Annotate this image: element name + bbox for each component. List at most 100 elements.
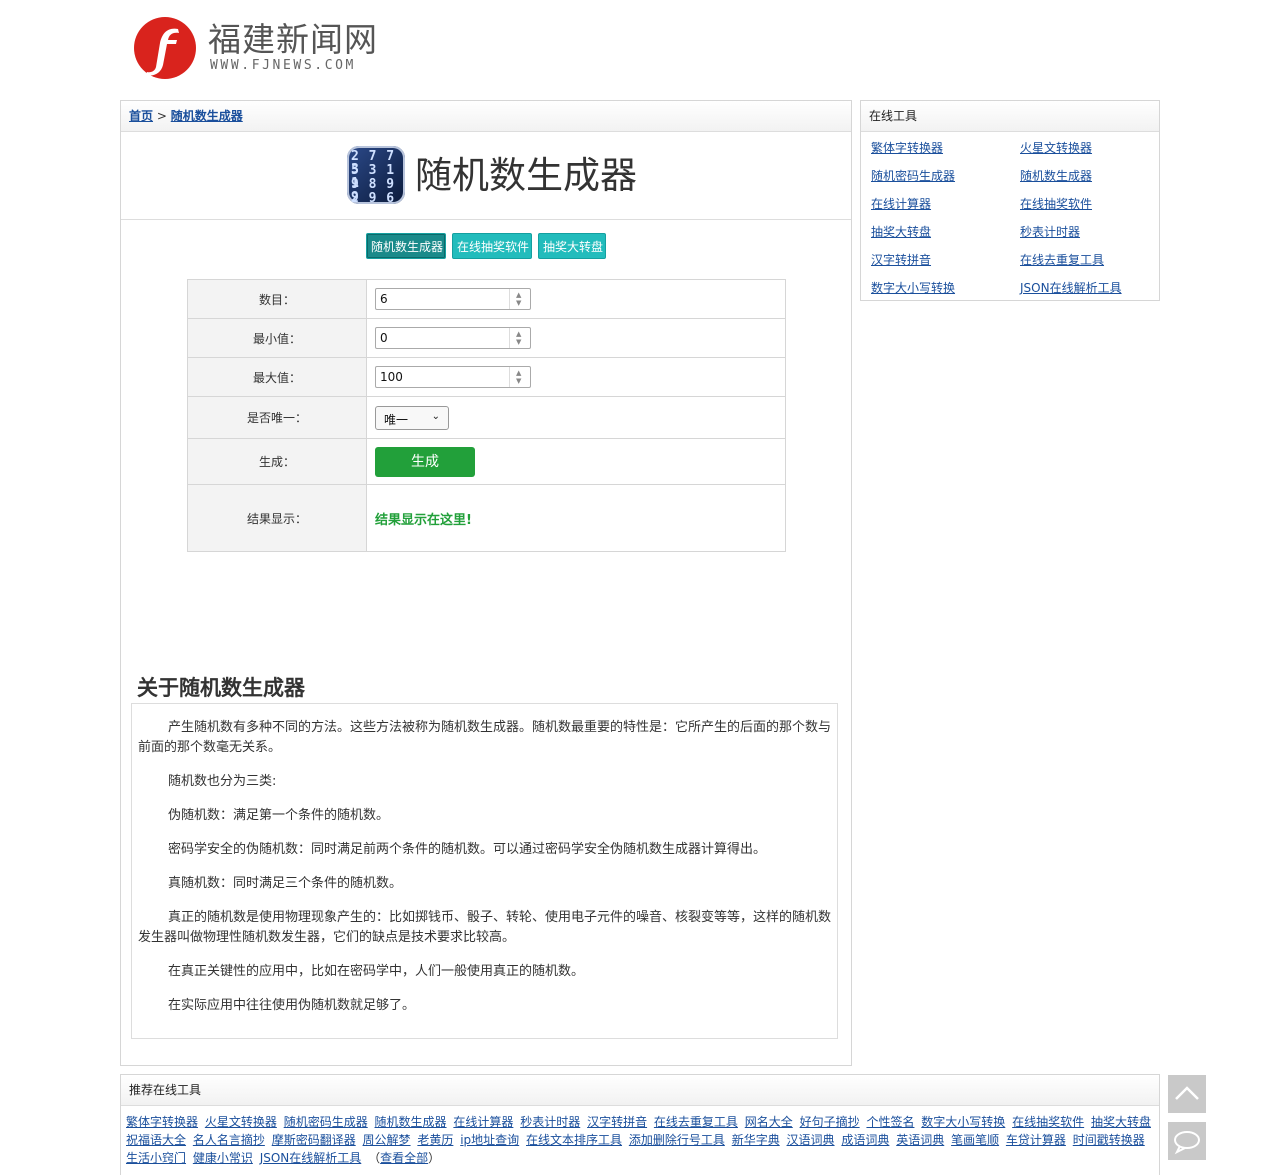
recommend-link[interactable]: 笔画笔顺 [951,1133,999,1147]
recommend-link[interactable]: 老黄历 [417,1133,453,1147]
tab-lottery-wheel[interactable]: 抽奖大转盘 [538,233,606,259]
min-input[interactable]: 0 ▲ ▼ [375,327,531,349]
count-spinner[interactable]: ▲ ▼ [509,289,530,309]
about-paragraph: 在实际应用中往往使用伪随机数就足够了。 [168,998,416,1013]
recommend-link[interactable]: 时间戳转换器 [1073,1133,1145,1147]
generate-button[interactable]: 生成 [375,446,475,477]
sidebar-link[interactable]: 随机数生成器 [1020,167,1092,184]
generator-form: 数目： 6 ▲ ▼ 最小值： 0 ▲ ▼ 最大值： 100 ▲ ▼ 是否唯一： … [187,279,786,552]
recommend-link[interactable]: 个性签名 [866,1115,914,1129]
site-logo[interactable]: 福建新闻网 WWW.FJNEWS.COM [134,14,377,82]
form-row-count: 数目： 6 ▲ ▼ [187,279,786,319]
about-paragraph: 伪随机数：满足第一个条件的随机数。 [168,808,390,823]
tab-random-number[interactable]: 随机数生成器 [366,233,446,259]
recommend-link[interactable]: 周公解梦 [363,1133,411,1147]
sidebar-link[interactable]: 数字大小写转换 [871,279,955,296]
max-spinner[interactable]: ▲ ▼ [509,367,530,387]
recommend-link[interactable]: 秒表计时器 [520,1115,580,1129]
recommend-link[interactable]: 汉语词典 [787,1133,835,1147]
recommend-link[interactable]: 车贷计算器 [1006,1133,1066,1147]
result-text: 结果显示在这里! [375,512,472,528]
recommend-tools: 推荐在线工具 繁体字转换器 火星文转换器 随机密码生成器 随机数生成器 在线计算… [120,1074,1160,1175]
sidebar-link[interactable]: 在线计算器 [871,195,931,212]
spin-up-icon[interactable]: ▲ [516,370,523,377]
form-row-generate: 生成： 生成 [187,438,786,485]
back-to-top-button[interactable] [1168,1075,1206,1113]
tab-lottery-software[interactable]: 在线抽奖软件 [452,233,532,259]
sidebar-link[interactable]: JSON在线解析工具 [1020,279,1122,296]
recommend-link[interactable]: 在线计算器 [453,1115,513,1129]
recommend-link[interactable]: 抽奖大转盘 [1091,1115,1151,1129]
title-block: 2 7 7 3 5 3 1 1 9 8 9 9 2 9 6 7 随机数生成器 [121,132,851,220]
sidebar-title: 在线工具 [861,101,1159,132]
sidebar-link[interactable]: 抽奖大转盘 [871,223,931,240]
recommend-link[interactable]: 汉字转拼音 [587,1115,647,1129]
recommend-link[interactable]: 添加删除行号工具 [629,1133,725,1147]
recommend-link[interactable]: 名人名言摘抄 [193,1133,265,1147]
generate-label: 生成： [187,438,367,485]
spin-down-icon[interactable]: ▼ [516,378,523,385]
recommend-link[interactable]: 在线文本排序工具 [526,1133,622,1147]
sidebar-link[interactable]: 秒表计时器 [1020,223,1080,240]
spin-up-icon[interactable]: ▲ [516,331,523,338]
recommend-link[interactable]: 在线去重复工具 [654,1115,738,1129]
min-spinner[interactable]: ▲ ▼ [509,328,530,348]
sidebar-link[interactable]: 火星文转换器 [1020,139,1092,156]
recommend-link[interactable]: 健康小常识 [193,1151,253,1165]
recommend-link[interactable]: 随机密码生成器 [284,1115,368,1129]
page-title: 随机数生成器 [415,154,637,197]
sidebar-link[interactable]: 在线抽奖软件 [1020,195,1092,212]
sidebar-link[interactable]: 在线去重复工具 [1020,251,1104,268]
recommend-link[interactable]: 成语词典 [841,1133,889,1147]
sidebar-tools: 在线工具 繁体字转换器 火星文转换器 随机密码生成器 随机数生成器 在线计算器 … [860,100,1160,301]
recommend-link[interactable]: 祝福语大全 [126,1133,186,1147]
spin-down-icon[interactable]: ▼ [516,300,523,307]
unique-select[interactable]: 唯一 ⌄ [375,405,449,430]
recommend-link[interactable]: 火星文转换器 [205,1115,277,1129]
max-value: 100 [380,370,403,384]
sidebar-link[interactable]: 繁体字转换器 [871,139,943,156]
chat-bubble-icon [1174,1131,1200,1155]
view-all-link[interactable]: 查看全部 [380,1151,428,1165]
main-panel: 首页 > 随机数生成器 2 7 7 3 5 3 1 1 9 8 9 9 2 9 … [120,100,852,1066]
recommend-link[interactable]: ip地址查询 [460,1133,519,1147]
max-input[interactable]: 100 ▲ ▼ [375,366,531,388]
form-row-result: 结果显示： 结果显示在这里! [187,484,786,552]
recommend-link[interactable]: 网名大全 [745,1115,793,1129]
unique-label: 是否唯一： [187,396,367,439]
chevron-up-icon [1175,1086,1199,1100]
spin-down-icon[interactable]: ▼ [516,339,523,346]
feedback-button[interactable] [1168,1122,1206,1160]
recommend-link[interactable]: 随机数生成器 [375,1115,447,1129]
recommend-link[interactable]: 新华字典 [732,1133,780,1147]
about-paragraph: 真随机数：同时满足三个条件的随机数。 [168,876,403,891]
breadcrumb-home-link[interactable]: 首页 [129,109,153,123]
sidebar-link[interactable]: 随机密码生成器 [871,167,955,184]
count-value: 6 [380,292,388,306]
recommend-link[interactable]: 数字大小写转换 [921,1115,1005,1129]
recommend-link[interactable]: 在线抽奖软件 [1012,1115,1084,1129]
recommend-link[interactable]: JSON在线解析工具 [260,1151,362,1165]
breadcrumb-current-link[interactable]: 随机数生成器 [171,109,243,123]
about-paragraph: 产生随机数有多种不同的方法。这些方法被称为随机数生成器。随机数最重要的特性是：它… [138,720,832,755]
about-paragraph: 真正的随机数是使用物理现象产生的：比如掷钱币、骰子、转轮、使用电子元件的噪音、核… [138,910,832,945]
min-value: 0 [380,331,388,345]
recommend-link[interactable]: 英语词典 [896,1133,944,1147]
recommend-link[interactable]: 摩斯密码翻译器 [272,1133,356,1147]
about-paragraph: 随机数也分为三类: [168,774,277,789]
logo-title: 福建新闻网 [208,20,378,59]
count-input[interactable]: 6 ▲ ▼ [375,288,531,310]
random-number-app-icon: 2 7 7 3 5 3 1 1 9 8 9 9 2 9 6 7 [347,146,405,204]
min-label: 最小值： [187,318,367,358]
form-row-unique: 是否唯一： 唯一 ⌄ [187,396,786,439]
paren-open: （ [368,1151,381,1165]
about-heading: 关于随机数生成器 [137,676,305,700]
spin-up-icon[interactable]: ▲ [516,292,523,299]
recommend-link[interactable]: 生活小窍门 [126,1151,186,1165]
recommend-link[interactable]: 繁体字转换器 [126,1115,198,1129]
count-label: 数目： [187,279,367,319]
breadcrumb-separator: > [156,109,167,123]
paren-close: ） [428,1151,441,1165]
sidebar-link[interactable]: 汉字转拼音 [871,251,931,268]
recommend-link[interactable]: 好句子摘抄 [800,1115,860,1129]
